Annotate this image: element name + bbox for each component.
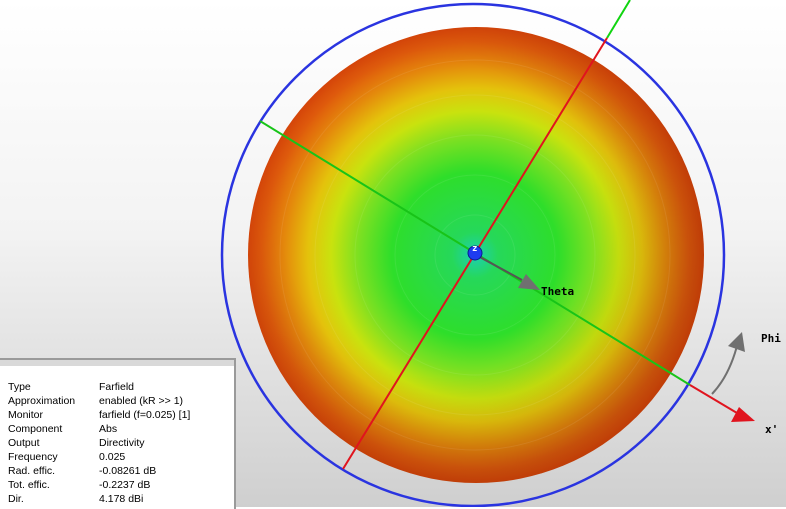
info-key: Type — [8, 381, 31, 393]
info-value: enabled (kR >> 1) — [99, 395, 184, 407]
x-axis-line — [689, 384, 738, 414]
info-key: Monitor — [8, 409, 44, 421]
info-key: Rad. effic. — [8, 465, 56, 477]
phi-arrowhead — [728, 332, 745, 352]
info-value: -0.2237 dB — [99, 479, 151, 491]
info-key: Dir. — [8, 493, 24, 505]
info-value: 0.025 — [99, 451, 126, 463]
z-axis-label: z — [472, 244, 478, 254]
info-key: Tot. effic. — [8, 479, 50, 491]
info-key: Output — [8, 437, 40, 449]
x-prime-label: x' — [765, 423, 779, 436]
info-value: farfield (f=0.025) [1] — [99, 409, 191, 421]
info-key: Component — [8, 423, 63, 435]
info-row-component: Component Abs — [0, 422, 234, 436]
info-row-tot-effic: Tot. effic. -0.2237 dB — [0, 478, 234, 492]
info-row-type: Type Farfield — [0, 380, 234, 394]
info-value: Farfield — [99, 381, 135, 393]
theta-label: Theta — [541, 285, 575, 298]
info-value: 4.178 dBi — [99, 493, 144, 505]
info-row-rad-effic: Rad. effic. -0.08261 dB — [0, 464, 234, 478]
info-row-output: Output Directivity — [0, 436, 234, 450]
info-row-dir: Dir. 4.178 dBi — [0, 492, 234, 506]
info-row-monitor: Monitor farfield (f=0.025) [1] — [0, 408, 234, 422]
info-value: Abs — [99, 423, 118, 435]
info-row-approximation: Approximation enabled (kR >> 1) — [0, 394, 234, 408]
phi-label: Phi — [761, 332, 781, 345]
info-row-frequency: Frequency 0.025 — [0, 450, 234, 464]
green-axis-line-upper — [606, 0, 631, 39]
farfield-info-panel: Type Farfield Approximation enabled (kR … — [0, 358, 236, 509]
info-key: Approximation — [8, 395, 76, 407]
info-value: Directivity — [99, 437, 145, 449]
info-key: Frequency — [8, 451, 58, 463]
phi-direction-arc — [711, 341, 739, 395]
x-axis-arrowhead — [731, 407, 755, 422]
info-value: -0.08261 dB — [99, 465, 157, 477]
